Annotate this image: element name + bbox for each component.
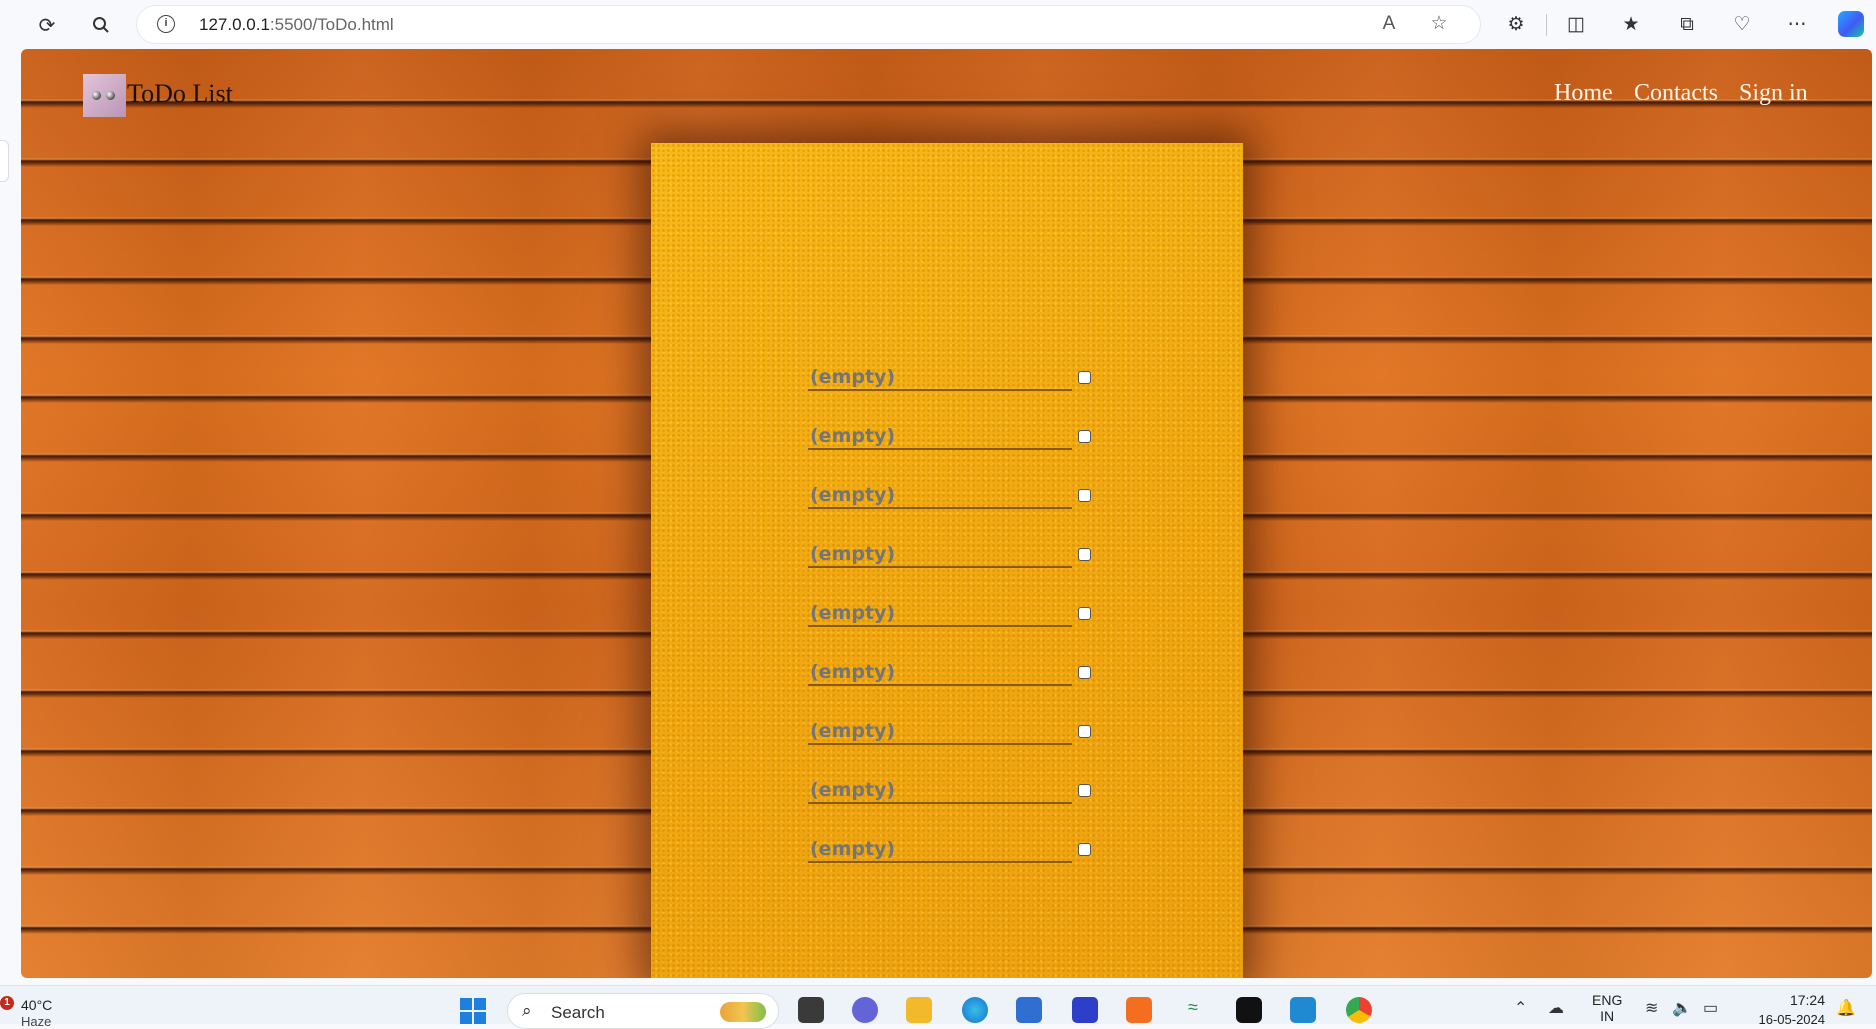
- address-bar[interactable]: i 127.0.0.1:5500/ToDo.html A ☆: [137, 6, 1480, 43]
- todo-text-input[interactable]: [808, 660, 1072, 686]
- search-icon: ⌕: [522, 1001, 532, 1020]
- todo-item: [808, 601, 1098, 631]
- edge-browser-icon[interactable]: [962, 997, 988, 1023]
- todo-checkbox[interactable]: [1078, 843, 1091, 856]
- browser-essentials-icon[interactable]: ♡: [1729, 12, 1755, 38]
- todo-card: [651, 143, 1243, 978]
- todo-checkbox[interactable]: [1078, 784, 1091, 797]
- xampp-icon[interactable]: [1126, 997, 1152, 1023]
- nav-sign-in-link[interactable]: Sign in: [1739, 80, 1808, 107]
- todo-item: [808, 365, 1098, 395]
- brand-title[interactable]: ToDo List: [127, 79, 233, 109]
- extensions-icon[interactable]: ⚙: [1503, 12, 1529, 38]
- notification-badge: 1: [0, 996, 14, 1010]
- chrome-icon[interactable]: [1346, 997, 1372, 1023]
- toolbar-divider: [1546, 14, 1547, 36]
- battery-icon[interactable]: ▭: [1703, 998, 1718, 1018]
- todo-item: [808, 778, 1098, 808]
- todo-text-input[interactable]: [808, 365, 1072, 391]
- todo-item: [808, 837, 1098, 867]
- todo-text-input[interactable]: [808, 424, 1072, 450]
- todo-text-input[interactable]: [808, 601, 1072, 627]
- sidebar-handle[interactable]: [0, 140, 9, 182]
- site-info-icon[interactable]: i: [157, 15, 175, 33]
- todo-checkbox[interactable]: [1078, 607, 1091, 620]
- todo-item: [808, 719, 1098, 749]
- todo-text-input[interactable]: [808, 542, 1072, 568]
- todo-checkbox[interactable]: [1078, 371, 1091, 384]
- todo-item: [808, 542, 1098, 572]
- teams-chat-icon[interactable]: [852, 997, 878, 1023]
- weather-condition: Haze: [21, 1014, 52, 1029]
- power-automate-icon[interactable]: [1072, 997, 1098, 1023]
- split-screen-icon[interactable]: ◫: [1563, 12, 1589, 38]
- todo-checkbox[interactable]: [1078, 725, 1091, 738]
- volume-icon[interactable]: 🔈: [1672, 998, 1692, 1018]
- todo-text-input[interactable]: [808, 778, 1072, 804]
- favorites-icon[interactable]: ★: [1618, 12, 1644, 38]
- todo-text-input[interactable]: [808, 719, 1072, 745]
- github-icon[interactable]: [1236, 997, 1262, 1023]
- browser-toolbar: ⟳ i 127.0.0.1:5500/ToDo.html A ☆ ⚙ ◫ ★ ⧉…: [0, 0, 1876, 49]
- onedrive-icon[interactable]: ☁: [1548, 998, 1564, 1018]
- weather-temperature: 40°C: [21, 997, 53, 1013]
- site-navbar: ToDo List Home Contacts Sign in: [21, 49, 1872, 139]
- url-text[interactable]: 127.0.0.1:5500/ToDo.html: [199, 15, 394, 35]
- web-page: ToDo List Home Contacts Sign in: [21, 49, 1872, 978]
- clock[interactable]: 17:24 16-05-2024: [1733, 992, 1826, 1027]
- todo-checkbox[interactable]: [1078, 489, 1091, 502]
- todo-item: [808, 424, 1098, 454]
- search-label: Search: [551, 1003, 605, 1022]
- microsoft-store-icon[interactable]: [1016, 997, 1042, 1023]
- logo-icon: [83, 74, 126, 117]
- todo-checkbox[interactable]: [1078, 548, 1091, 561]
- todo-text-input[interactable]: [808, 837, 1072, 863]
- more-options-icon[interactable]: ⋯: [1784, 12, 1810, 38]
- vscode-icon[interactable]: [1290, 997, 1316, 1023]
- search-highlight-icon: [720, 1002, 766, 1022]
- refresh-icon[interactable]: ⟳: [32, 10, 62, 40]
- git-icon[interactable]: ≈: [1180, 997, 1206, 1023]
- collections-icon[interactable]: ⧉: [1674, 12, 1700, 38]
- read-aloud-icon[interactable]: A: [1377, 12, 1401, 36]
- notification-bell-icon[interactable]: 🔔: [1836, 998, 1856, 1018]
- search-icon[interactable]: [86, 10, 116, 40]
- windows-start-icon[interactable]: [460, 998, 486, 1024]
- file-explorer-icon[interactable]: [906, 997, 932, 1023]
- todo-checkbox[interactable]: [1078, 430, 1091, 443]
- favorite-star-icon[interactable]: ☆: [1427, 12, 1451, 36]
- weather-widget[interactable]: 1 40°C Haze: [0, 992, 80, 1029]
- todo-item: [808, 483, 1098, 513]
- show-hidden-icons-icon[interactable]: ⌃: [1514, 998, 1527, 1018]
- task-view-icon[interactable]: [798, 997, 824, 1023]
- todo-item: [808, 660, 1098, 690]
- wifi-icon[interactable]: ≋: [1645, 998, 1658, 1018]
- nav-home-link[interactable]: Home: [1554, 80, 1613, 107]
- windows-taskbar: 1 40°C Haze ⌕ Search ≈ ⌃ ☁ ENG IN ≋ 🔈 ▭ …: [0, 985, 1876, 1029]
- nav-contacts-link[interactable]: Contacts: [1634, 80, 1718, 107]
- copilot-icon[interactable]: [1838, 11, 1864, 37]
- todo-checkbox[interactable]: [1078, 666, 1091, 679]
- language-indicator[interactable]: ENG IN: [1592, 992, 1622, 1024]
- todo-text-input[interactable]: [808, 483, 1072, 509]
